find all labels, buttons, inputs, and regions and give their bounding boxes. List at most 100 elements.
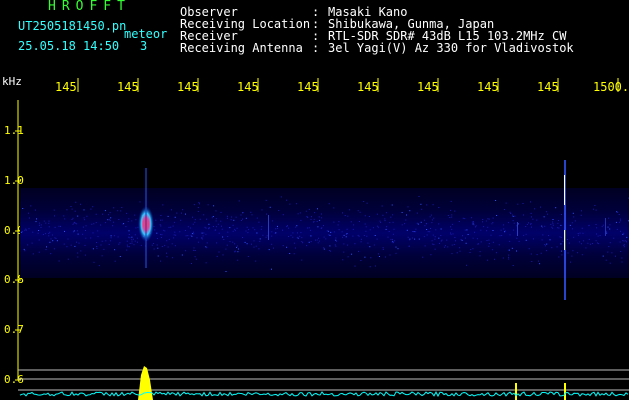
noise-pixel (199, 203, 200, 205)
noise-pixel (301, 237, 303, 239)
noise-pixel (234, 228, 236, 230)
noise-pixel (109, 218, 111, 220)
noise-pixel (237, 248, 239, 250)
noise-pixel (580, 243, 582, 245)
noise-pixel (135, 227, 137, 229)
noise-pixel (338, 221, 340, 223)
noise-pixel (494, 258, 495, 260)
noise-pixel (317, 226, 319, 228)
noise-pixel (48, 220, 50, 222)
noise-pixel (583, 240, 585, 242)
noise-pixel (588, 225, 590, 227)
noise-pixel (38, 251, 40, 253)
noise-pixel (626, 236, 628, 238)
noise-pixel (206, 247, 208, 249)
noise-pixel (323, 236, 325, 238)
noise-pixel (503, 228, 505, 230)
noise-pixel (301, 241, 303, 243)
noise-pixel (482, 219, 484, 220)
noise-pixel (174, 245, 176, 247)
noise-pixel (449, 217, 451, 218)
noise-pixel (313, 221, 315, 223)
noise-pixel (577, 233, 579, 234)
noise-pixel (333, 207, 335, 209)
noise-pixel (472, 237, 474, 239)
noise-pixel (246, 226, 248, 228)
noise-pixel (589, 243, 591, 245)
noise-pixel (508, 258, 510, 260)
noise-pixel (408, 239, 410, 241)
noise-pixel (211, 217, 213, 219)
noise-pixel (256, 217, 258, 219)
noise-pixel (318, 237, 319, 239)
noise-pixel (621, 261, 623, 263)
noise-pixel (289, 253, 291, 254)
noise-pixel (450, 209, 452, 211)
noise-pixel (262, 234, 264, 236)
noise-pixel (191, 235, 193, 237)
noise-pixel (379, 256, 380, 257)
noise-pixel (571, 228, 573, 230)
noise-pixel (308, 241, 310, 243)
noise-pixel (194, 256, 196, 258)
noise-pixel (596, 233, 597, 235)
noise-pixel (236, 246, 237, 248)
noise-pixel (107, 219, 109, 221)
noise-pixel (349, 209, 351, 211)
noise-pixel (597, 242, 598, 244)
noise-pixel (395, 252, 397, 254)
noise-pixel (525, 233, 527, 235)
noise-pixel (261, 209, 263, 211)
noise-pixel (185, 235, 187, 237)
noise-pixel (438, 223, 440, 225)
noise-pixel (451, 216, 453, 218)
noise-pixel (370, 257, 372, 259)
noise-pixel (220, 220, 222, 222)
noise-pixel (512, 220, 514, 222)
noise-pixel (156, 238, 158, 239)
noise-pixel (63, 215, 65, 217)
noise-pixel (76, 223, 78, 225)
noise-pixel (509, 240, 511, 242)
noise-pixel (549, 239, 551, 241)
noise-pixel (215, 220, 217, 222)
noise-pixel (615, 255, 616, 257)
noise-pixel (561, 214, 562, 215)
noise-pixel (536, 254, 538, 256)
noise-pixel (420, 203, 422, 205)
noise-pixel (286, 199, 288, 201)
noise-pixel (572, 212, 574, 214)
noise-pixel (92, 206, 94, 208)
noise-pixel (357, 234, 359, 236)
noise-pixel (335, 239, 337, 241)
noise-pixel (391, 241, 393, 243)
noise-pixel (487, 259, 489, 261)
noise-pixel (464, 229, 466, 231)
noise-pixel (246, 243, 248, 245)
noise-pixel (345, 234, 347, 235)
noise-pixel (49, 231, 51, 233)
noise-pixel (434, 238, 436, 240)
noise-pixel (606, 232, 608, 234)
noise-pixel (426, 223, 427, 224)
noise-pixel (392, 242, 394, 244)
noise-pixel (352, 228, 354, 230)
noise-pixel (528, 222, 529, 224)
noise-pixel (311, 216, 312, 218)
noise-pixel (352, 235, 354, 237)
noise-pixel (465, 242, 467, 244)
noise-pixel (205, 227, 207, 229)
noise-pixel (229, 227, 231, 229)
noise-pixel (27, 244, 29, 246)
noise-pixel (434, 236, 436, 238)
noise-pixel (282, 214, 284, 216)
noise-pixel (208, 227, 210, 229)
noise-pixel (577, 252, 579, 254)
power-marker (515, 383, 517, 400)
noise-pixel (486, 240, 488, 241)
noise-pixel (466, 264, 467, 266)
noise-pixel (318, 240, 320, 242)
noise-pixel (261, 226, 263, 228)
noise-pixel (526, 223, 528, 225)
noise-pixel (379, 220, 381, 222)
